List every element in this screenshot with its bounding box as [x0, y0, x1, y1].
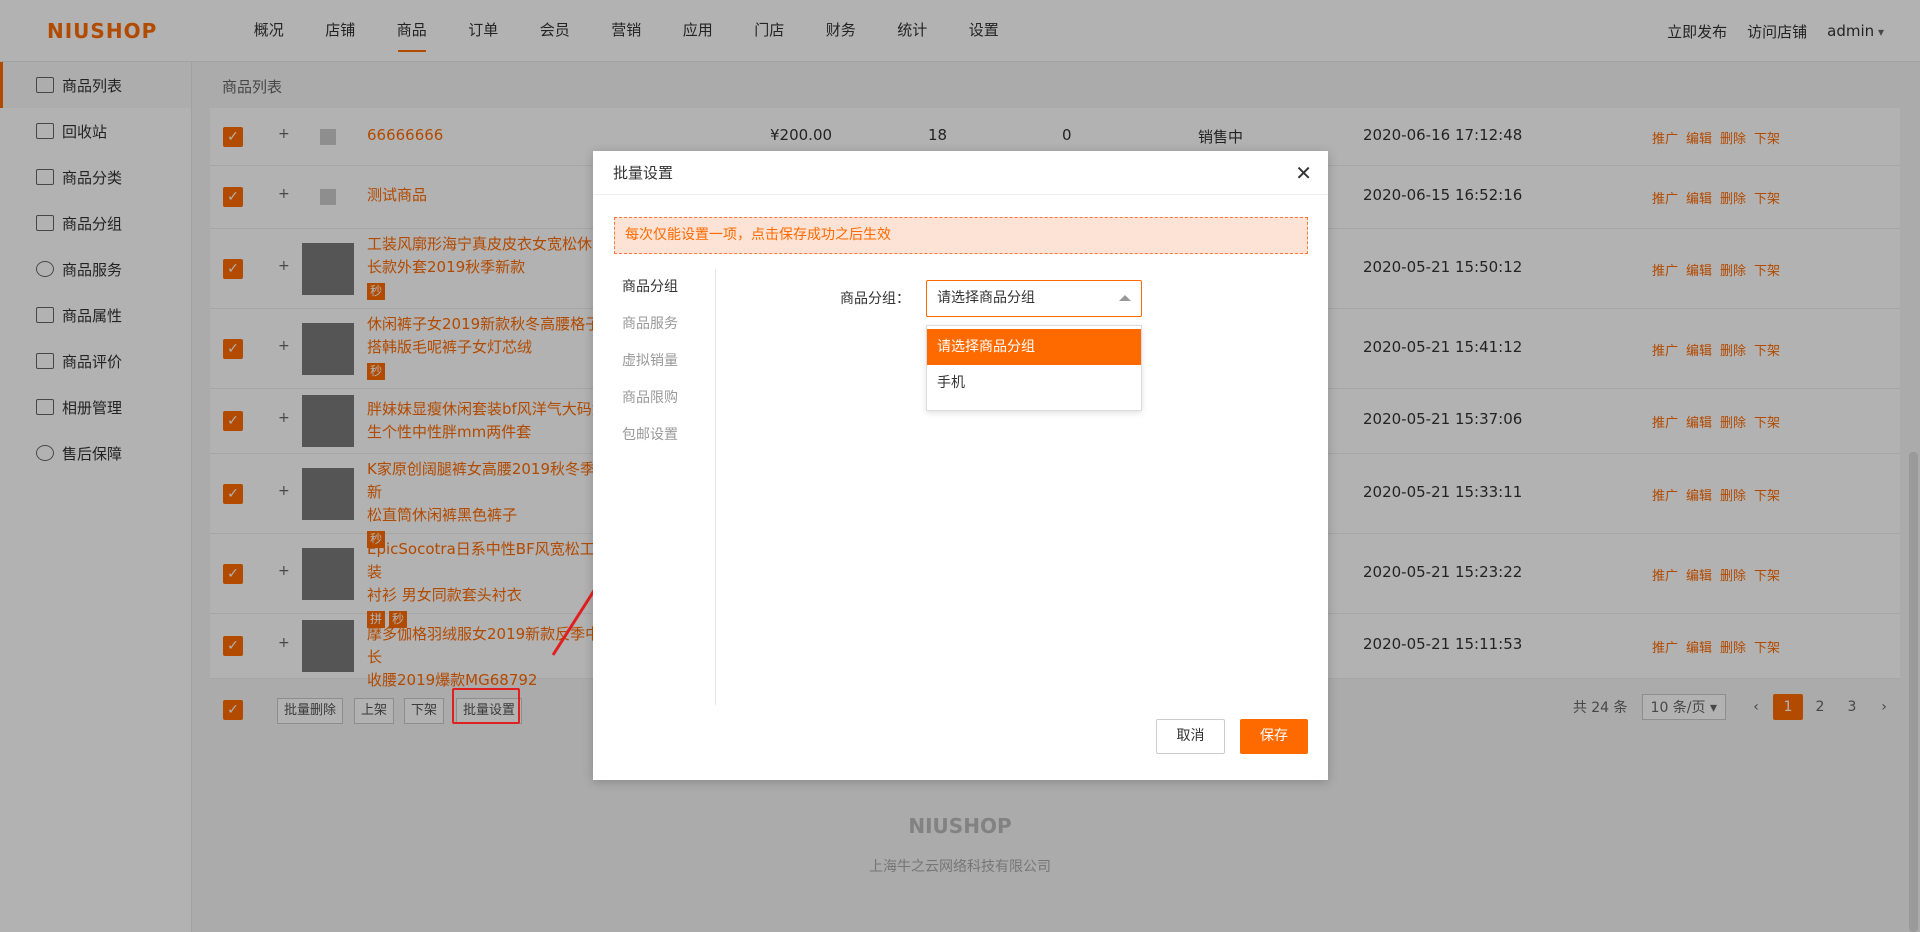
dialog-title: 批量设置 — [593, 151, 1328, 195]
dropdown-option[interactable]: 请选择商品分组 — [927, 329, 1141, 365]
goods-group-dropdown: 请选择商品分组 手机 — [926, 325, 1142, 411]
goods-group-label: 商品分组： — [840, 291, 910, 307]
save-button[interactable]: 保存 — [1240, 719, 1308, 754]
tab-goods-group[interactable]: 商品分组 — [593, 269, 715, 306]
tab-free-shipping[interactable]: 包邮设置 — [593, 417, 715, 454]
tab-virtual-sales[interactable]: 虚拟销量 — [593, 343, 715, 380]
page-scrollbar[interactable] — [1906, 100, 1920, 932]
cancel-button[interactable]: 取消 — [1156, 719, 1225, 754]
dropdown-option[interactable]: 手机 — [927, 365, 1141, 401]
tab-purchase-limit[interactable]: 商品限购 — [593, 380, 715, 417]
goods-group-select[interactable]: 请选择商品分组 — [926, 280, 1142, 317]
close-icon[interactable]: ✕ — [1295, 161, 1312, 185]
bulk-setting-dialog: 批量设置 ✕ 每次仅能设置一项，点击保存成功之后生效 商品分组 商品服务 虚拟销… — [593, 151, 1328, 780]
select-value: 请选择商品分组 — [937, 290, 1035, 306]
caret-up-icon — [1119, 295, 1131, 301]
tab-goods-service[interactable]: 商品服务 — [593, 306, 715, 343]
annotation-highlight-box — [452, 688, 520, 724]
dialog-tabs: 商品分组 商品服务 虚拟销量 商品限购 包邮设置 — [593, 269, 716, 705]
scrollbar-thumb[interactable] — [1909, 452, 1918, 932]
dialog-notice: 每次仅能设置一项，点击保存成功之后生效 — [614, 217, 1308, 254]
